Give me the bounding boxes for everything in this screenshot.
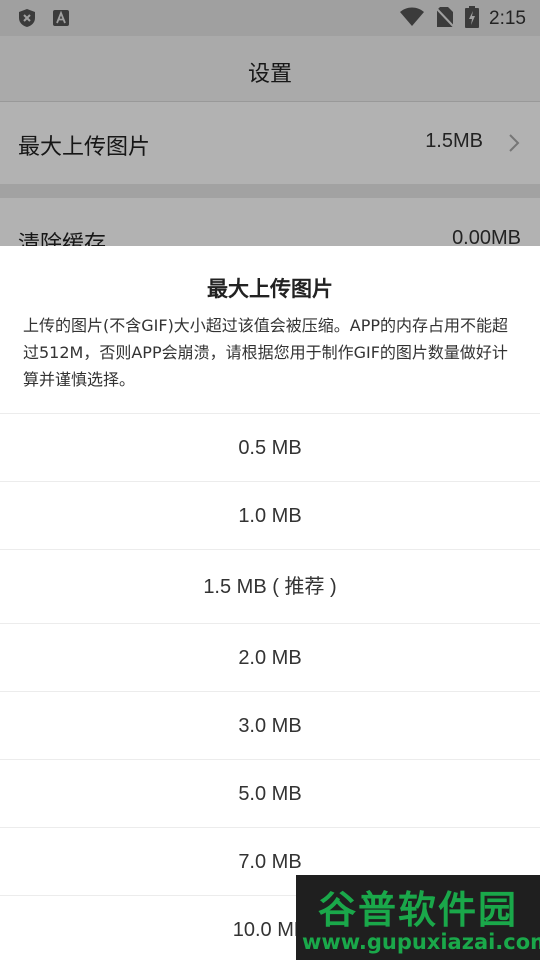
option-item-recommended[interactable]: 1.5 MB ( 推荐 )	[0, 549, 540, 623]
watermark-brand: 谷普软件园	[317, 888, 518, 932]
option-item[interactable]: 2.0 MB	[0, 623, 540, 691]
sheet-title: 最大上传图片	[207, 277, 333, 301]
option-item[interactable]: 1.0 MB	[0, 481, 540, 549]
watermark-logo: 谷普软件园 www.gupuxiazai.com	[296, 875, 540, 960]
sheet-description: 上传的图片(不含GIF)大小超过该值会被压缩。APP的内存占用不能超过512M，…	[23, 316, 509, 389]
option-item[interactable]: 0.5 MB	[0, 413, 540, 481]
option-sheet: 最大上传图片 上传的图片(不含GIF)大小超过该值会被压缩。APP的内存占用不能…	[0, 246, 540, 960]
option-item[interactable]: 3.0 MB	[0, 691, 540, 759]
option-item[interactable]: 5.0 MB	[0, 759, 540, 827]
watermark-url: www.gupuxiazai.com	[302, 930, 540, 954]
